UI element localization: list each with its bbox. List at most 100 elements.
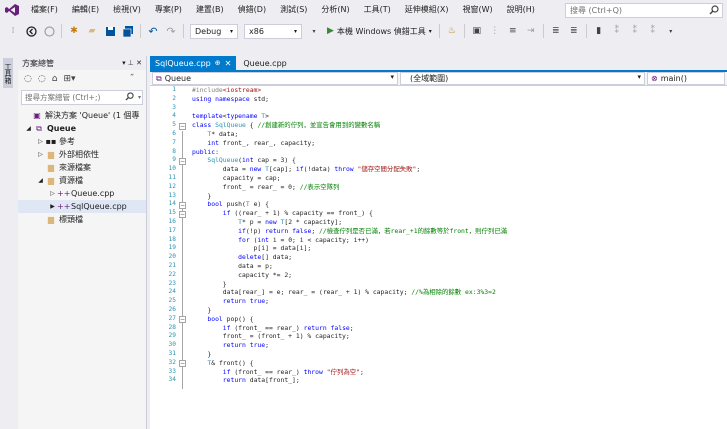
collapsed-arrow-icon[interactable]: ▶ bbox=[48, 203, 57, 210]
member-dropdown[interactable]: ⊗ main() bbox=[647, 72, 725, 85]
menu-item[interactable]: 分析(N) bbox=[314, 0, 356, 20]
line-number: 30 bbox=[168, 341, 176, 349]
tree-item-header-files[interactable]: ▆ 標頭檔 bbox=[18, 213, 146, 226]
line-number: 1 bbox=[172, 86, 176, 93]
document-tab-bar: SqlQueue.cpp ⊕ ✕ Queue.cpp bbox=[150, 56, 727, 70]
bookmark-icon[interactable]: ▮ bbox=[592, 24, 606, 38]
solution-configuration-dropdown[interactable]: Debug ▾ bbox=[190, 23, 238, 39]
menu-item[interactable]: 工具(T) bbox=[357, 0, 398, 20]
menu-item[interactable]: 建置(B) bbox=[189, 0, 231, 20]
uncomment-icon[interactable]: ≣ bbox=[567, 24, 581, 38]
collapse-icon[interactable]: − bbox=[179, 316, 186, 323]
chevron-down-icon[interactable]: ▾ bbox=[138, 94, 141, 101]
collapse-icon[interactable]: − bbox=[179, 123, 186, 130]
code-line: T* data; bbox=[207, 129, 239, 138]
collapsed-arrow-icon[interactable]: ▷ bbox=[48, 190, 57, 197]
prev-bookmark-icon[interactable]: ⁑ bbox=[610, 24, 624, 38]
project-dropdown[interactable]: ⧉ Queue ▾ bbox=[152, 72, 398, 85]
line-number: 25 bbox=[168, 297, 176, 305]
browser-link-icon[interactable]: ▣ bbox=[470, 24, 484, 38]
step-icon[interactable]: ⋮ bbox=[488, 24, 502, 38]
next-bookmark-icon[interactable]: ⁑ bbox=[628, 24, 642, 38]
toolbar-separator bbox=[140, 24, 141, 38]
menu-item[interactable]: 測試(S) bbox=[273, 0, 314, 20]
line-number: 9 bbox=[172, 156, 176, 164]
chevron-down-icon[interactable]: ▾ bbox=[307, 24, 321, 38]
tree-item-solution[interactable]: ▣ 解決方案 'Queue' (1 個專 bbox=[18, 109, 146, 122]
line-number: 24 bbox=[168, 288, 176, 296]
forward-icon[interactable]: ◌ bbox=[38, 74, 46, 84]
solution-explorer-panel: 方案總管 ▾ ⊥ ✕ ◌ ◌ ⌂ ⊞▾ ˝ 搜尋方案總管 (Ctrl+;) ▾ … bbox=[18, 56, 147, 429]
toolbar-separator bbox=[542, 24, 544, 38]
scope-dropdown[interactable]: (全域範圍) ▾ bbox=[400, 72, 645, 85]
align-icon[interactable]: ≡ bbox=[506, 24, 520, 38]
line-number: 8 bbox=[172, 147, 176, 155]
collapse-icon[interactable]: − bbox=[179, 158, 186, 165]
forward-icon[interactable] bbox=[42, 24, 56, 38]
pin-icon[interactable]: ⊕ bbox=[215, 59, 221, 67]
menu-item[interactable]: 專案(P) bbox=[148, 0, 189, 20]
more-icon[interactable]: ˝ bbox=[130, 74, 135, 84]
indent-icon[interactable]: ⇥ bbox=[524, 24, 538, 38]
collapsed-arrow-icon[interactable]: ▷ bbox=[36, 138, 45, 145]
panel-window-controls[interactable]: ▾ ⊥ ✕ bbox=[122, 59, 142, 67]
collapse-icon[interactable]: − bbox=[179, 202, 186, 209]
menu-item[interactable]: 說明(H) bbox=[500, 0, 542, 20]
code-text[interactable]: #include<iostream> using namespace std; te… bbox=[192, 86, 727, 385]
menu-item[interactable]: 檢視(V) bbox=[106, 0, 148, 20]
collapsed-arrow-icon[interactable]: ▷ bbox=[36, 151, 45, 158]
menu-bar: 檔案(F) 編輯(E) 檢視(V) 專案(P) 建置(B) 偵錯(D) 測試(S) 分析(N)… bbox=[0, 0, 727, 20]
code-line: return true; bbox=[222, 297, 269, 306]
line-number: 22 bbox=[168, 270, 176, 278]
search-input[interactable]: 搜尋 (Ctrl+Q) bbox=[565, 3, 723, 18]
menu-item[interactable]: 檔案(F) bbox=[24, 0, 65, 20]
new-project-icon[interactable]: ✱ bbox=[67, 24, 81, 38]
close-icon[interactable]: ✕ bbox=[225, 59, 232, 68]
code-line: #include<iostream> bbox=[192, 86, 262, 94]
tree-item-sqlqueue-cpp[interactable]: ▶ ++ SqlQueue.cpp bbox=[18, 200, 146, 213]
code-line: capacity *= 2; bbox=[192, 270, 293, 279]
back-icon[interactable] bbox=[24, 24, 38, 38]
tree-item-external-deps[interactable]: ▷ ▆ 外部相依性 bbox=[18, 148, 146, 161]
solution-search-input[interactable]: 搜尋方案總管 (Ctrl+;) ▾ bbox=[21, 90, 143, 105]
collapse-icon[interactable]: − bbox=[179, 360, 186, 367]
expanded-arrow-icon[interactable]: ◢ bbox=[24, 125, 33, 132]
standard-toolbar: ⁞ ✱ ▰ ↶ ↷ Debug ▾ x86 ▾ ▾ ▶ 本機 Windows 偵… bbox=[0, 20, 727, 42]
save-icon[interactable] bbox=[103, 24, 117, 38]
start-debugging-button[interactable]: ▶ 本機 Windows 偵錯工具 ▾ bbox=[327, 26, 432, 37]
menu-item[interactable]: 偵錯(D) bbox=[231, 0, 273, 20]
redo-icon[interactable]: ↷ bbox=[164, 24, 178, 38]
toolbar-overflow-icon[interactable]: ▾ bbox=[664, 24, 678, 38]
toolbox-tab[interactable]: 工具箱 bbox=[3, 58, 13, 88]
tree-item-resource-files[interactable]: ◢ ▆ 資源檔 bbox=[18, 174, 146, 187]
save-all-icon[interactable] bbox=[121, 24, 135, 38]
tree-item-source-files[interactable]: ▆ 來源檔案 bbox=[18, 161, 146, 174]
home-icon[interactable]: ⌂ bbox=[52, 74, 58, 84]
tab-queue-cpp[interactable]: Queue.cpp bbox=[238, 56, 292, 70]
code-line: } bbox=[192, 191, 212, 200]
menu-item[interactable]: 編輯(E) bbox=[65, 0, 106, 20]
comment-icon[interactable]: ≣ bbox=[549, 24, 563, 38]
line-number: 20 bbox=[168, 253, 176, 261]
solution-platform-dropdown[interactable]: x86 ▾ bbox=[244, 23, 302, 39]
undo-icon[interactable]: ↶ bbox=[146, 24, 160, 38]
tree-item-label: 資源檔 bbox=[59, 176, 83, 185]
back-icon[interactable]: ◌ bbox=[24, 74, 32, 84]
code-line: delete[] data; bbox=[238, 253, 293, 262]
tab-sqlqueue-cpp[interactable]: SqlQueue.cpp ⊕ ✕ bbox=[150, 56, 237, 70]
menu-item[interactable]: 視窗(W) bbox=[456, 0, 500, 20]
collapse-icon[interactable]: − bbox=[179, 211, 186, 218]
open-file-icon[interactable]: ▰ bbox=[85, 24, 99, 38]
code-editor[interactable]: 1 2 3 4 5 6 7 8 9 10 11 12 13 14 15 16 17 18 19 20 21 22 23 24 2… bbox=[150, 86, 727, 429]
switch-views-icon[interactable]: ⊞▾ bbox=[63, 74, 75, 84]
project-value: Queue bbox=[164, 74, 191, 83]
code-line: capacity = cap; bbox=[192, 173, 281, 182]
clear-bookmarks-icon[interactable]: ⁑ bbox=[646, 24, 660, 38]
expanded-arrow-icon[interactable]: ◢ bbox=[36, 177, 45, 184]
menu-item[interactable]: 延伸模組(X) bbox=[398, 0, 456, 20]
tree-item-references[interactable]: ▷ ▪▪ 參考 bbox=[18, 135, 146, 148]
tree-item-queue-cpp[interactable]: ▷ ++ Queue.cpp bbox=[18, 187, 146, 200]
flame-icon[interactable]: ♨ bbox=[445, 24, 459, 38]
visual-studio-logo-icon[interactable] bbox=[0, 0, 24, 20]
tree-item-project[interactable]: ◢ ⧉ Queue bbox=[18, 122, 146, 135]
